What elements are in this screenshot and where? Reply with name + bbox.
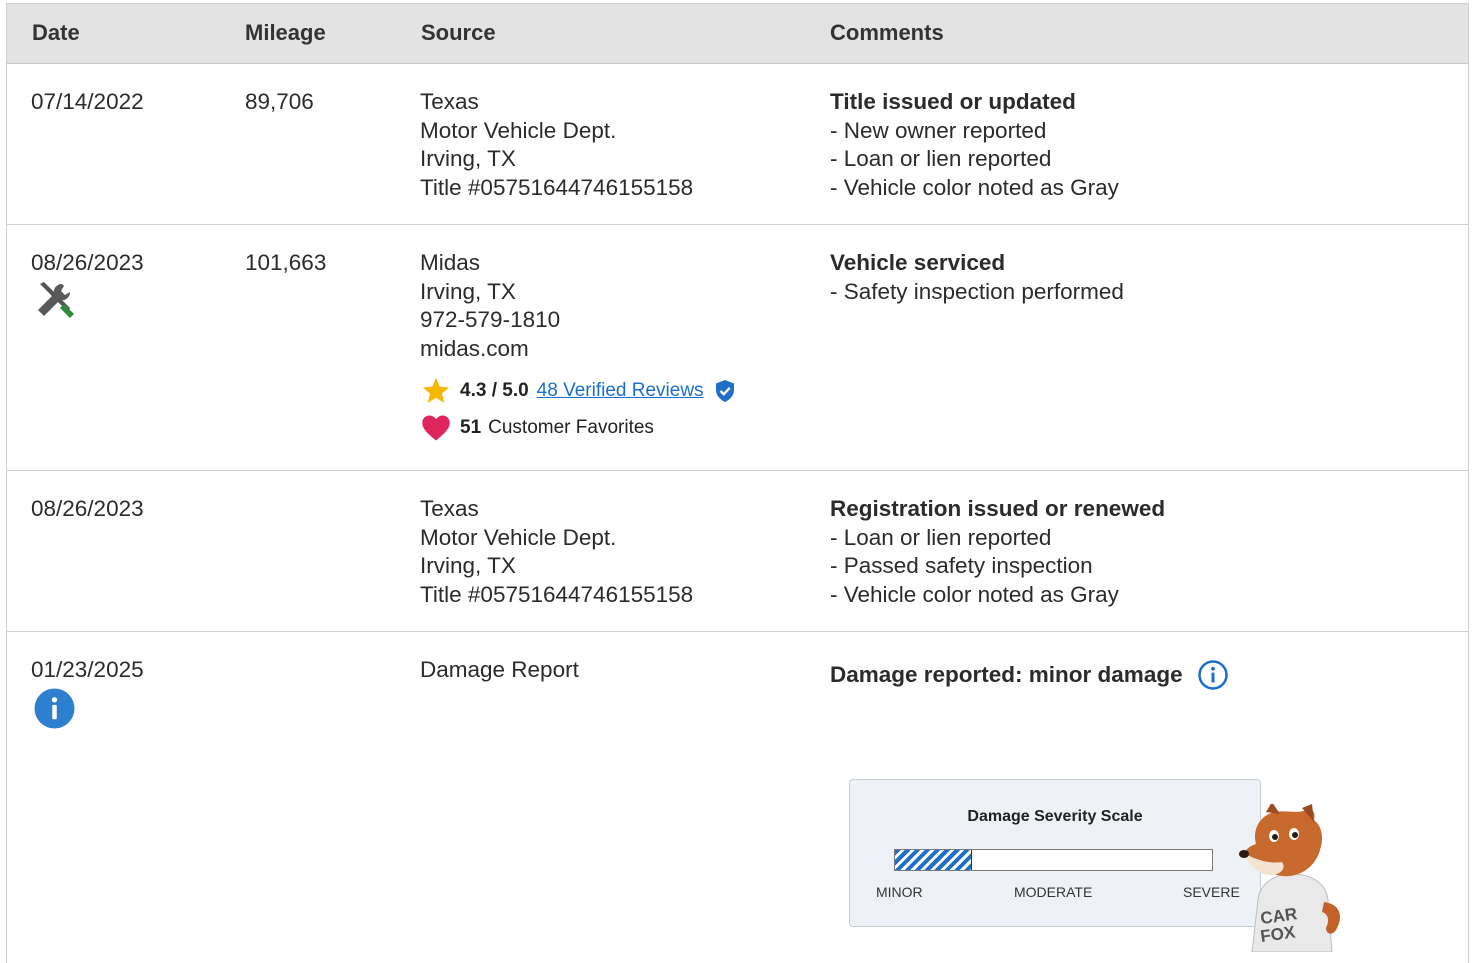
header-source: Source	[421, 20, 496, 45]
source-line: Irving, TX	[420, 278, 516, 304]
row1-mileage: 89,706	[245, 89, 314, 114]
row4-date: 01/23/2025	[31, 657, 144, 682]
star-icon	[422, 377, 450, 403]
row-divider	[6, 631, 1469, 632]
comment-item: - Safety inspection performed	[830, 278, 1124, 304]
rating-row: 4.3 / 5.0 48 Verified Reviews	[420, 376, 737, 406]
row4-source: Damage Report	[420, 656, 579, 685]
favorites-row: 51 Customer Favorites	[420, 413, 654, 443]
favorites-count: 51	[460, 417, 482, 438]
comment-item: - Loan or lien reported	[830, 146, 1052, 171]
row3-source: Texas Motor Vehicle Dept. Irving, TX Tit…	[420, 495, 693, 609]
info-outline-icon[interactable]	[1197, 659, 1229, 691]
header-comments: Comments	[830, 20, 944, 45]
row3-date: 08/26/2023	[31, 496, 144, 521]
source-line: Damage Report	[420, 657, 579, 682]
row1-comments: Title issued or updated - New owner repo…	[830, 88, 1119, 202]
severity-bar	[894, 849, 1213, 871]
verified-reviews-link[interactable]: 48 Verified Reviews	[537, 380, 704, 402]
comment-title: Vehicle serviced	[830, 250, 1006, 275]
source-line: Motor Vehicle Dept.	[420, 117, 617, 143]
source-line: Title #05751644746155158	[420, 581, 694, 607]
scale-title: Damage Severity Scale	[967, 808, 1143, 825]
row1-source: Texas Motor Vehicle Dept. Irving, TX Tit…	[420, 88, 693, 202]
table-header: Date Mileage Source Comments	[6, 3, 1469, 64]
comment-item: - Loan or lien reported	[830, 524, 1052, 550]
wrench-screwdriver-service-icon	[34, 280, 76, 327]
comment-title: Damage reported: minor damage	[830, 661, 1183, 687]
row2-source: Midas Irving, TX 972-579-1810 midas.com	[420, 249, 560, 363]
source-line: Title #05751644746155158	[420, 174, 694, 200]
verified-shield-icon	[715, 380, 734, 402]
source-line: midas.com	[420, 335, 529, 361]
row2-comments: Vehicle serviced - Safety inspection per…	[830, 249, 1124, 306]
row-divider	[6, 224, 1469, 225]
comment-item: - Vehicle color noted as Gray	[830, 174, 1119, 200]
comment-item: - Vehicle color noted as Gray	[830, 581, 1119, 607]
carfox-mascot-image: CAR FOX	[1236, 802, 1348, 957]
comment-title: Title issued or updated	[830, 89, 1076, 114]
favorites-label: Customer Favorites	[488, 417, 654, 438]
source-line: Texas	[420, 496, 479, 521]
scale-label-severe: SEVERE	[1183, 884, 1240, 900]
heart-icon	[422, 415, 450, 441]
rating-value: 4.3 / 5.0	[460, 380, 529, 401]
row2-mileage: 101,663	[245, 250, 327, 275]
row3-comments: Registration issued or renewed - Loan or…	[830, 495, 1165, 609]
info-circle-icon[interactable]	[34, 688, 75, 734]
header-mileage: Mileage	[245, 20, 326, 45]
source-line: Irving, TX	[420, 146, 516, 171]
comment-item: - Passed safety inspection	[830, 553, 1093, 578]
comment-item: - New owner reported	[830, 117, 1047, 143]
source-line: Motor Vehicle Dept.	[420, 524, 617, 550]
source-line: Midas	[420, 250, 481, 275]
row1-date: 07/14/2022	[31, 89, 144, 114]
comment-title: Registration issued or renewed	[830, 496, 1166, 521]
scale-label-moderate: MODERATE	[1014, 884, 1093, 900]
header-date: Date	[32, 20, 80, 45]
source-line: Irving, TX	[420, 553, 516, 578]
source-line: Texas	[420, 89, 479, 114]
scale-label-minor: MINOR	[876, 884, 923, 900]
damage-severity-scale: Damage Severity Scale MINOR MODERATE SEV…	[849, 779, 1261, 927]
row2-date: 08/26/2023	[31, 250, 144, 275]
severity-bar-fill	[895, 850, 973, 870]
row4-comments: Damage reported: minor damage	[830, 659, 1229, 691]
row-divider	[6, 470, 1469, 471]
source-line: 972-579-1810	[420, 307, 561, 332]
